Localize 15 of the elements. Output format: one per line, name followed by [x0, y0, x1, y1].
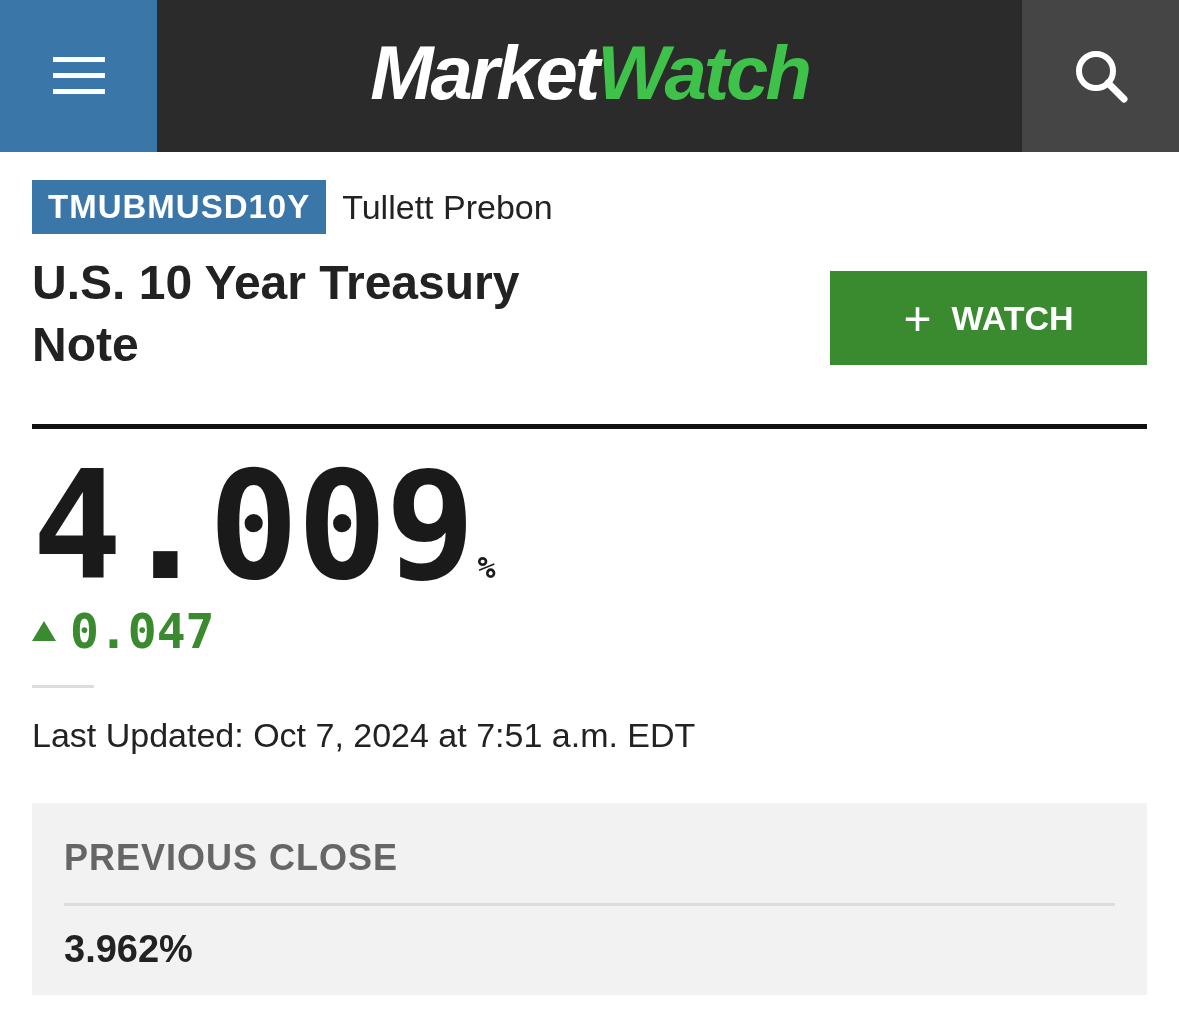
menu-button[interactable]: [0, 0, 157, 152]
previous-close-label: PREVIOUS CLOSE: [64, 837, 400, 879]
search-button[interactable]: [1022, 0, 1179, 152]
instrument-title: U.S. 10 Year Treasury Note: [32, 255, 521, 373]
source-name: Tullett Prebon: [342, 187, 553, 227]
search-icon: [1073, 49, 1128, 103]
logo[interactable]: MarketWatch: [157, 0, 1022, 152]
change-value: 0.047: [70, 603, 215, 659]
last-updated-text: Last Updated: Oct 7, 2024 at 7:51 a.m. EDT: [32, 716, 697, 755]
price-value: 4.009: [32, 451, 474, 601]
menu-icon: [52, 57, 105, 95]
watch-button[interactable]: + WATCH: [830, 271, 1147, 365]
price-unit: %: [477, 550, 496, 585]
previous-close-value: 3.962%: [64, 928, 194, 971]
ticker-badge: TMUBMUSD10Y: [32, 180, 327, 234]
